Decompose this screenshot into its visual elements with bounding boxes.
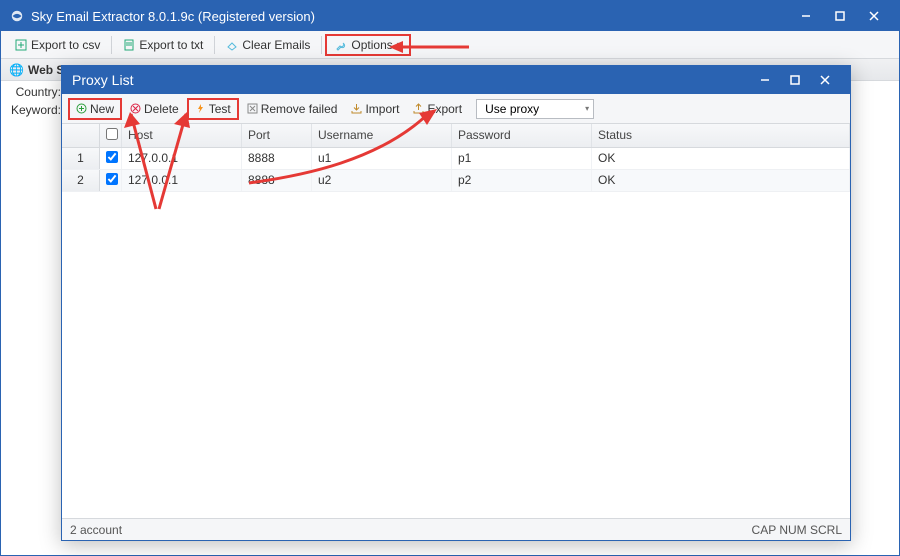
proxy-maximize-button[interactable] [780, 66, 810, 94]
col-password[interactable]: Password [452, 124, 592, 147]
plus-icon [76, 103, 87, 114]
col-port[interactable]: Port [242, 124, 312, 147]
proxy-grid[interactable]: Host Port Username Password Status 1127.… [62, 124, 850, 518]
main-toolbar: Export to csv Export to txt Clear Emails… [1, 31, 899, 59]
proxy-titlebar: Proxy List [62, 66, 850, 94]
proxy-statusbar: 2 account CAP NUM SCRL [62, 518, 850, 540]
keyword-label: Keyword: [9, 103, 61, 117]
main-titlebar: Sky Email Extractor 8.0.1.9c (Registered… [1, 1, 899, 31]
proxy-list-window: Proxy List New Delete Test Remove failed… [61, 65, 851, 541]
remove-failed-icon [247, 103, 258, 114]
minimize-button[interactable] [789, 1, 823, 31]
remove-failed-button[interactable]: Remove failed [241, 100, 344, 118]
proxy-toolbar: New Delete Test Remove failed Import Exp… [62, 94, 850, 124]
proxy-minimize-button[interactable] [750, 66, 780, 94]
lightning-icon [195, 103, 206, 114]
export-button[interactable]: Export [407, 100, 468, 118]
new-button[interactable]: New [68, 98, 122, 120]
export-txt-button[interactable]: Export to txt [115, 35, 211, 55]
import-icon [351, 103, 362, 114]
table-row[interactable]: 2127.0.0.18888u2p2OK [62, 170, 850, 192]
test-button[interactable]: Test [187, 98, 239, 120]
chevron-down-icon: ▾ [397, 40, 401, 49]
col-status[interactable]: Status [592, 124, 850, 147]
clear-emails-button[interactable]: Clear Emails [218, 35, 318, 55]
proxy-close-button[interactable] [810, 66, 840, 94]
options-button[interactable]: Options ▾ [325, 34, 410, 56]
maximize-button[interactable] [823, 1, 857, 31]
status-keyboard-indicators: CAP NUM SCRL [752, 523, 842, 537]
export-csv-icon [15, 39, 27, 51]
close-button[interactable] [857, 1, 891, 31]
row-checkbox[interactable] [106, 151, 118, 163]
app-icon [9, 8, 25, 24]
import-button[interactable]: Import [345, 100, 405, 118]
delete-button[interactable]: Delete [124, 100, 185, 118]
grid-header: Host Port Username Password Status [62, 124, 850, 148]
status-account-count: 2 account [70, 523, 122, 537]
eraser-icon [226, 39, 238, 51]
export-txt-icon [123, 39, 135, 51]
chevron-down-icon: ▾ [585, 104, 589, 113]
col-host[interactable]: Host [122, 124, 242, 147]
use-proxy-combo[interactable]: Use proxy ▾ [476, 99, 594, 119]
main-title: Sky Email Extractor 8.0.1.9c (Registered… [31, 9, 315, 24]
row-checkbox[interactable] [106, 173, 118, 185]
delete-icon [130, 103, 141, 114]
col-username[interactable]: Username [312, 124, 452, 147]
globe-icon: 🌐 [9, 63, 24, 77]
export-icon [413, 103, 424, 114]
table-row[interactable]: 1127.0.0.18888u1p1OK [62, 148, 850, 170]
select-all-checkbox[interactable] [106, 128, 118, 140]
export-csv-button[interactable]: Export to csv [7, 35, 108, 55]
country-label: Country: [9, 85, 61, 99]
proxy-title-text: Proxy List [72, 72, 133, 88]
wrench-icon [335, 39, 347, 51]
